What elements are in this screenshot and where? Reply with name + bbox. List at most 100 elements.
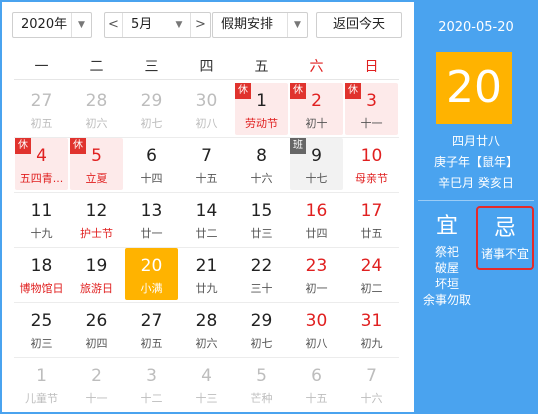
day-number: 5 [91, 146, 102, 166]
day-cell[interactable]: 16 廿四 [290, 193, 343, 245]
day-number: 3 [146, 366, 157, 386]
day-number: 10 [360, 146, 383, 166]
day-number: 7 [201, 146, 212, 166]
day-number: 8 [256, 146, 267, 166]
day-cell[interactable]: 休 4 五四青... [15, 138, 68, 190]
next-month-button[interactable]: > [190, 13, 210, 37]
month-select-group: < 5月 ▼ > [104, 12, 211, 38]
day-cell[interactable]: 28 初六 [180, 303, 233, 355]
day-number: 2 [91, 366, 102, 386]
lunar-label: 初八 [305, 337, 328, 350]
day-cell-today[interactable]: 20 小满 [125, 248, 178, 300]
lunar-label: 初五 [140, 337, 163, 350]
day-cell[interactable]: 7 十五 [180, 138, 233, 190]
day-cell[interactable]: 10 母亲节 [345, 138, 398, 190]
day-cell[interactable]: 休 5 立夏 [70, 138, 123, 190]
day-number: 16 [305, 201, 328, 221]
lunar-label: 十九 [30, 227, 53, 240]
year-select-label: 2020年 [21, 17, 68, 32]
day-cell[interactable]: 27 初五 [15, 83, 68, 135]
lunar-label: 十五 [195, 172, 218, 185]
lunar-label: 初四 [85, 337, 108, 350]
holiday-select-label: 假期安排 [221, 17, 274, 32]
day-cell[interactable]: 24 初二 [345, 248, 398, 300]
day-cell[interactable]: 14 廿二 [180, 193, 233, 245]
day-cell[interactable]: 6 十五 [290, 358, 343, 410]
day-cell[interactable]: 18 博物馆日 [15, 248, 68, 300]
day-number: 31 [360, 311, 383, 331]
day-number: 2 [311, 91, 322, 111]
lunar-label: 三十 [250, 282, 273, 295]
day-cell[interactable]: 5 芒种 [235, 358, 288, 410]
lunar-label: 十七 [305, 172, 328, 185]
weekday-label: 二 [89, 59, 104, 75]
day-number: 23 [305, 256, 328, 276]
chevron-down-icon[interactable]: ▼ [168, 13, 190, 37]
lunar-label: 初一 [305, 282, 328, 295]
lunar-label: 初二 [360, 282, 383, 295]
day-number: 4 [201, 366, 212, 386]
day-cell[interactable]: 1 儿童节 [15, 358, 68, 410]
day-cell[interactable]: 25 初三 [15, 303, 68, 355]
day-number: 5 [256, 366, 267, 386]
day-number: 6 [146, 146, 157, 166]
day-cell[interactable]: 4 十三 [180, 358, 233, 410]
day-cell[interactable]: 29 初七 [125, 83, 178, 135]
day-cell[interactable]: 23 初一 [290, 248, 343, 300]
lunar-label: 十六 [250, 172, 273, 185]
lunar-label: 博物馆日 [19, 282, 64, 295]
day-cell[interactable]: 8 十六 [235, 138, 288, 190]
day-cell[interactable]: 休 3 十一 [345, 83, 398, 135]
day-cell[interactable]: 15 廿三 [235, 193, 288, 245]
holiday-select[interactable]: 假期安排 ▼ [212, 12, 308, 38]
ganzhi-year: 庚子年【鼠年】 [433, 155, 518, 169]
day-cell[interactable]: 休 2 初十 [290, 83, 343, 135]
day-number: 13 [140, 201, 163, 221]
day-number: 21 [195, 256, 218, 276]
year-select[interactable]: 2020年 ▼ [12, 12, 92, 38]
day-cell[interactable]: 17 廿五 [345, 193, 398, 245]
day-cell[interactable]: 3 十二 [125, 358, 178, 410]
day-cell[interactable]: 7 十六 [345, 358, 398, 410]
day-cell[interactable]: 30 初八 [290, 303, 343, 355]
day-number: 9 [311, 146, 322, 166]
day-number: 19 [85, 256, 108, 276]
day-cell[interactable]: 13 廿一 [125, 193, 178, 245]
day-number: 3 [366, 91, 377, 111]
day-cell[interactable]: 27 初五 [125, 303, 178, 355]
day-cell[interactable]: 休 1 劳动节 [235, 83, 288, 135]
lunar-label: 廿一 [140, 227, 163, 240]
day-cell[interactable]: 2 十一 [70, 358, 123, 410]
day-cell[interactable]: 21 廿九 [180, 248, 233, 300]
day-cell[interactable]: 班 9 十七 [290, 138, 343, 190]
day-cell[interactable]: 30 初八 [180, 83, 233, 135]
day-number: 18 [30, 256, 53, 276]
day-cell[interactable]: 31 初九 [345, 303, 398, 355]
day-cell[interactable]: 11 十九 [15, 193, 68, 245]
day-number: 7 [366, 366, 377, 386]
back-to-today-button[interactable]: 返回今天 [316, 12, 402, 38]
lunar-label: 儿童节 [25, 392, 58, 405]
day-cell[interactable]: 28 初六 [70, 83, 123, 135]
lunar-label: 十四 [140, 172, 163, 185]
row-divider [14, 137, 399, 138]
day-cell[interactable]: 26 初四 [70, 303, 123, 355]
day-cell[interactable]: 29 初七 [235, 303, 288, 355]
day-cell[interactable]: 6 十四 [125, 138, 178, 190]
row-divider [14, 247, 399, 248]
avoid-title: 忌 [493, 216, 516, 241]
chevron-down-icon: ▼ [71, 13, 91, 37]
day-number: 29 [250, 311, 273, 331]
day-cell[interactable]: 22 三十 [235, 248, 288, 300]
lunar-label: 初五 [30, 117, 53, 130]
prev-month-button[interactable]: < [105, 13, 123, 37]
day-cell[interactable]: 12 护士节 [70, 193, 123, 245]
lunar-label: 初六 [85, 117, 108, 130]
lunar-label: 初八 [195, 117, 218, 130]
day-detail-panel: 2020-05-20 20 四月廿八 庚子年【鼠年】 辛巳月 癸亥日 宜 祭祀 … [414, 2, 538, 412]
day-cell[interactable]: 19 旅游日 [70, 248, 123, 300]
day-number: 24 [360, 256, 383, 276]
selected-date: 2020-05-20 [438, 20, 514, 35]
suitable-item: 坏垣 [434, 277, 459, 291]
month-select-label[interactable]: 5月 [131, 13, 152, 37]
